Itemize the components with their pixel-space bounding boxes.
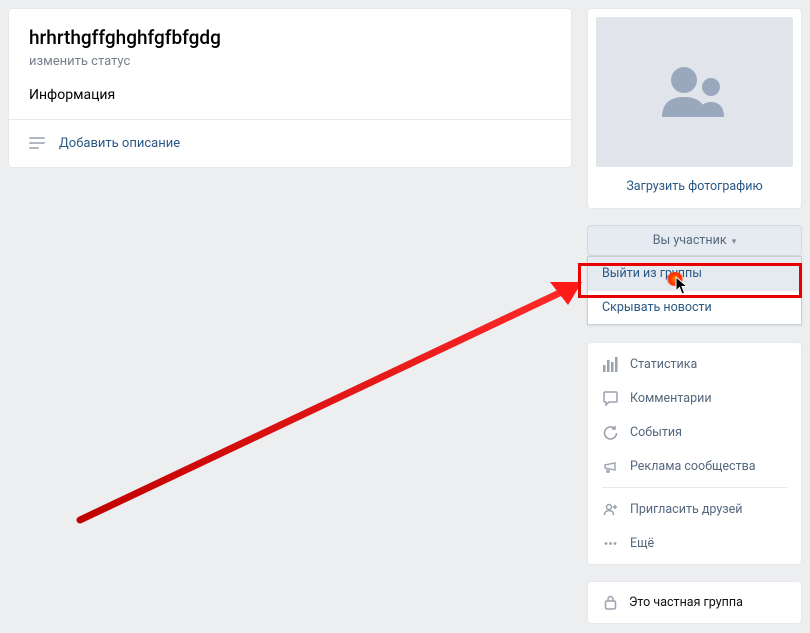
info-section-label: Информация (9, 69, 571, 120)
privacy-card: Это частная группа (587, 581, 802, 624)
add-description-row[interactable]: Добавить описание (29, 120, 551, 167)
member-status-button[interactable]: Вы участник ▾ (587, 225, 802, 256)
add-description-link[interactable]: Добавить описание (59, 136, 180, 151)
group-header-card: hrhrthgffghghfgfbfgdg изменить статус Ин… (8, 8, 572, 168)
nav-invite-friends[interactable]: Пригласить друзей (588, 492, 801, 526)
description-lines-icon (29, 137, 45, 149)
nav-label: Статистика (630, 357, 697, 372)
change-status-link[interactable]: изменить статус (29, 54, 130, 69)
community-photo-placeholder[interactable] (596, 17, 793, 167)
nav-label: Комментарии (630, 391, 712, 406)
nav-label: События (630, 425, 682, 440)
dropdown-leave-group[interactable]: Выйти из группы (588, 257, 801, 291)
nav-label: Пригласить друзей (630, 502, 742, 517)
photo-card: Загрузить фотографию (587, 8, 802, 209)
member-dropdown: Выйти из группы Скрывать новости (587, 256, 802, 325)
refresh-icon (602, 424, 618, 440)
nav-more[interactable]: Ещё (588, 526, 801, 560)
lock-icon (604, 595, 617, 610)
nav-comments[interactable]: Комментарии (588, 381, 801, 415)
nav-events[interactable]: События (588, 415, 801, 449)
nav-label: Реклама сообщества (630, 459, 756, 474)
member-button-wrap: Вы участник ▾ Выйти из группы Скрывать н… (587, 225, 802, 256)
nav-community-ads[interactable]: Реклама сообщества (588, 449, 801, 483)
dots-horizontal-icon (602, 535, 618, 551)
nav-statistics[interactable]: Статистика (588, 347, 801, 381)
dropdown-hide-news[interactable]: Скрывать новости (588, 291, 801, 324)
member-status-label: Вы участник (653, 233, 727, 248)
group-title: hrhrthgffghghfgfbfgdg (29, 27, 551, 50)
chevron-down-icon: ▾ (732, 237, 737, 247)
people-placeholder-icon (656, 62, 734, 122)
megaphone-icon (602, 458, 618, 474)
chart-bar-icon (602, 356, 618, 372)
upload-photo-link[interactable]: Загрузить фотографию (626, 179, 762, 194)
privacy-label: Это частная группа (629, 595, 743, 610)
comment-bubble-icon (602, 390, 618, 406)
nav-separator (602, 487, 787, 488)
side-nav-card: Статистика Комментарии События Реклама с… (587, 342, 802, 565)
nav-label: Ещё (630, 536, 654, 551)
person-plus-icon (602, 501, 618, 517)
